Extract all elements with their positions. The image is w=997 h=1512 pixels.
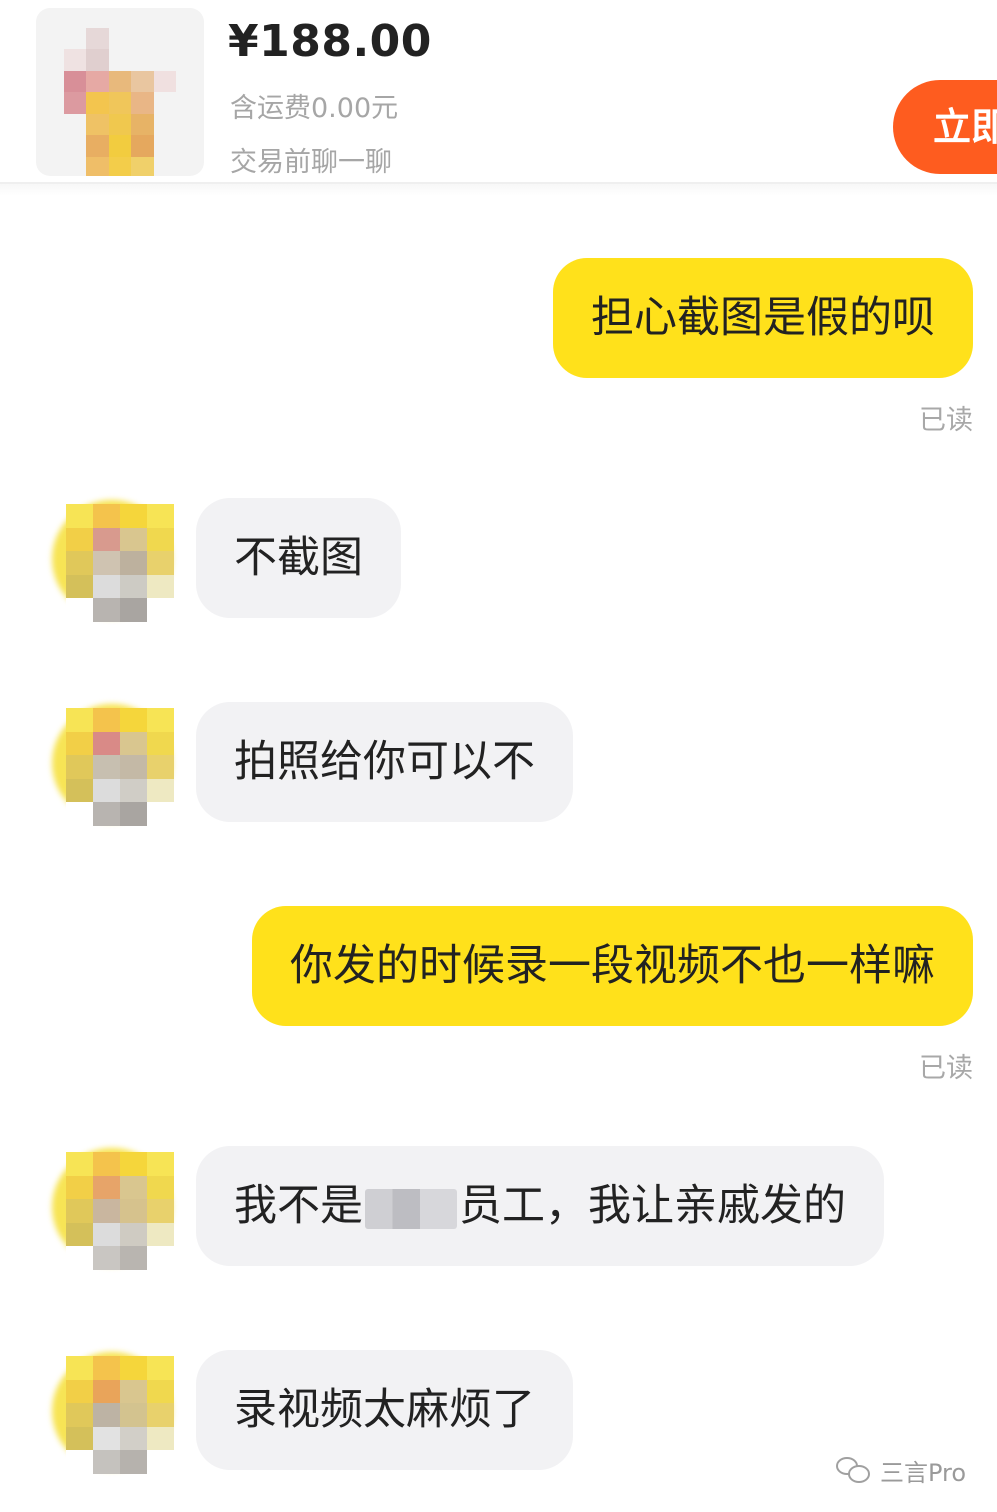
message-text: 拍照给你可以不 [234,737,535,787]
contact-avatar[interactable] [44,1344,174,1474]
shipping-fee: 含运费0.00元 [230,93,399,124]
message-bubble-incoming[interactable]: 录视频太麻烦了 [196,1350,573,1470]
message-bubble-incoming[interactable]: 我不是 员工，我让亲戚发的 [196,1146,884,1266]
message-text: 录视频太麻烦了 [234,1385,535,1435]
contact-avatar[interactable] [44,1140,174,1270]
header-divider [0,184,997,196]
pixelated-product-image [64,28,176,176]
message-text-after: 员工，我让亲戚发的 [459,1181,846,1231]
read-receipt: 已读 [919,1053,973,1084]
product-thumbnail[interactable] [36,8,204,176]
chat-screen: ¥188.00 含运费0.00元 交易前聊一聊 立即 担心截图是假的呗 已读 不… [0,0,997,1512]
message-text: 担心截图是假的呗 [591,293,935,343]
watermark: 三言Pro [836,1448,966,1492]
message-text: 不截图 [234,533,363,583]
buy-now-button[interactable]: 立即 [893,80,997,174]
message-bubble-incoming[interactable]: 拍照给你可以不 [196,702,573,822]
read-receipt: 已读 [919,405,973,436]
message-text: 你发的时候录一段视频不也一样嘛 [290,941,935,991]
contact-avatar[interactable] [44,696,174,826]
contact-avatar[interactable] [44,492,174,622]
pixelated-avatar-image [66,708,174,826]
pre-trade-chat-label: 交易前聊一聊 [230,147,392,178]
watermark-text: 三言Pro [880,1458,967,1487]
pixelated-avatar-image [66,504,174,622]
message-text-before: 我不是 [234,1181,363,1231]
product-bar: ¥188.00 含运费0.00元 交易前聊一聊 立即 [0,0,997,184]
pixelated-avatar-image [66,1356,174,1474]
message-bubble-outgoing[interactable]: 你发的时候录一段视频不也一样嘛 [252,906,973,1026]
redacted-text-block [365,1188,457,1229]
product-price: ¥188.00 [228,16,432,67]
message-bubble-outgoing[interactable]: 担心截图是假的呗 [553,258,973,378]
pixelated-avatar-image [66,1152,174,1270]
wechat-icon [836,1455,872,1485]
message-bubble-incoming[interactable]: 不截图 [196,498,401,618]
